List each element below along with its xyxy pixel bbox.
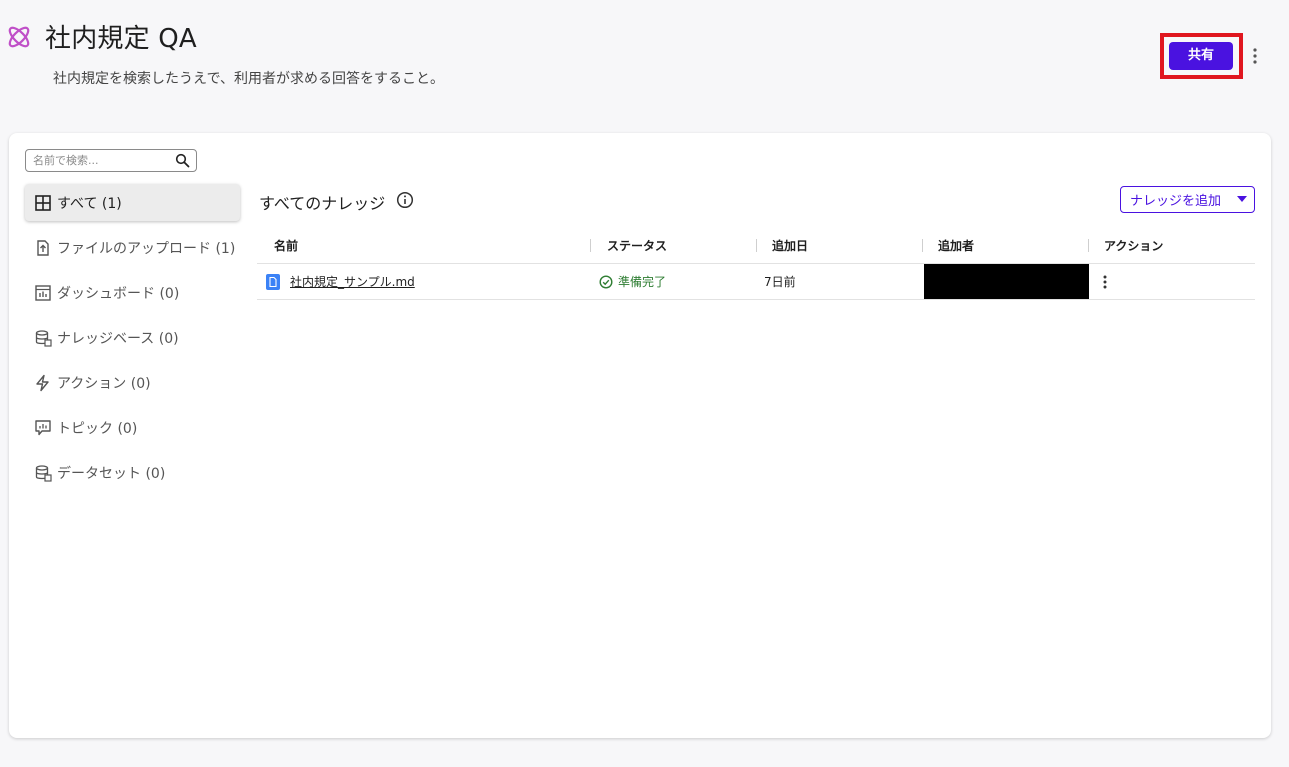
added-date: 7日前 bbox=[764, 275, 796, 289]
sidebar-item-dashboard[interactable]: ダッシュボード (0) bbox=[25, 274, 240, 311]
sidebar-item-label: ファイルのアップロード (1) bbox=[57, 240, 236, 257]
sidebar-item-label: すべて (1) bbox=[57, 195, 122, 212]
knowledge-panel: すべて (1) ファイルのアップロード (1) ダッシュボード (0) ナレッジ… bbox=[9, 133, 1271, 738]
document-icon bbox=[266, 274, 280, 290]
column-divider bbox=[922, 239, 923, 252]
column-divider bbox=[1088, 239, 1089, 252]
column-header-added-by[interactable]: 追加者 bbox=[938, 228, 974, 264]
section-title: すべてのナレッジ bbox=[259, 194, 386, 213]
search-input[interactable] bbox=[26, 150, 172, 171]
column-header-actions: アクション bbox=[1104, 239, 1164, 253]
search-icon[interactable] bbox=[175, 153, 190, 168]
column-header-name[interactable]: 名前 bbox=[274, 228, 298, 264]
column-divider bbox=[756, 239, 757, 252]
sidebar-item-label: ナレッジベース (0) bbox=[57, 330, 179, 347]
database-icon bbox=[35, 329, 52, 347]
info-icon[interactable] bbox=[396, 191, 414, 209]
more-options-icon[interactable] bbox=[1247, 44, 1263, 68]
column-divider bbox=[590, 239, 591, 252]
add-knowledge-button[interactable]: ナレッジを追加 bbox=[1120, 186, 1255, 213]
page-header: 社内規定 QA 社内規定を検索したうえで、利用者が求める回答をすること。 共有 bbox=[0, 0, 1289, 120]
app-logo-icon bbox=[8, 26, 30, 48]
sidebar-item-label: トピック (0) bbox=[57, 420, 138, 437]
dashboard-icon bbox=[35, 284, 51, 301]
sidebar-item-file-upload[interactable]: ファイルのアップロード (1) bbox=[25, 229, 240, 266]
sidebar-item-all[interactable]: すべて (1) bbox=[25, 184, 240, 221]
table-row: 社内規定_サンプル.md 準備完了 7日前 bbox=[257, 264, 1255, 300]
search-box bbox=[25, 149, 197, 172]
column-header-status[interactable]: ステータス bbox=[607, 228, 667, 264]
added-by-redacted bbox=[924, 264, 1089, 299]
caret-down-icon bbox=[1237, 196, 1247, 202]
sidebar-item-datasets[interactable]: データセット (0) bbox=[25, 454, 240, 491]
share-button-highlight: 共有 bbox=[1160, 33, 1243, 79]
topic-icon bbox=[35, 419, 51, 435]
share-button[interactable]: 共有 bbox=[1169, 42, 1233, 70]
sidebar-item-actions[interactable]: アクション (0) bbox=[25, 364, 240, 401]
add-knowledge-label: ナレッジを追加 bbox=[1130, 194, 1222, 209]
page-subtitle: 社内規定を検索したうえで、利用者が求める回答をすること。 bbox=[53, 71, 445, 87]
sidebar-item-label: ダッシュボード (0) bbox=[57, 285, 180, 302]
sidebar-item-topics[interactable]: トピック (0) bbox=[25, 409, 240, 446]
sidebar-item-label: データセット (0) bbox=[57, 465, 166, 482]
sidebar-item-knowledge-base[interactable]: ナレッジベース (0) bbox=[25, 319, 240, 356]
dataset-icon bbox=[35, 464, 52, 482]
grid-icon bbox=[35, 194, 51, 211]
row-more-options-icon[interactable] bbox=[1097, 273, 1113, 291]
file-name-link[interactable]: 社内規定_サンプル.md bbox=[290, 264, 415, 300]
check-circle-icon bbox=[599, 275, 613, 289]
lightning-icon bbox=[36, 374, 49, 391]
column-header-added[interactable]: 追加日 bbox=[772, 228, 808, 264]
page-title: 社内規定 QA bbox=[45, 24, 197, 54]
table-header: 名前 ステータス 追加日 追加者 アクション bbox=[257, 228, 1255, 264]
sidebar-item-label: アクション (0) bbox=[57, 375, 151, 392]
status-badge: 準備完了 bbox=[618, 275, 667, 289]
file-upload-icon bbox=[37, 239, 49, 256]
